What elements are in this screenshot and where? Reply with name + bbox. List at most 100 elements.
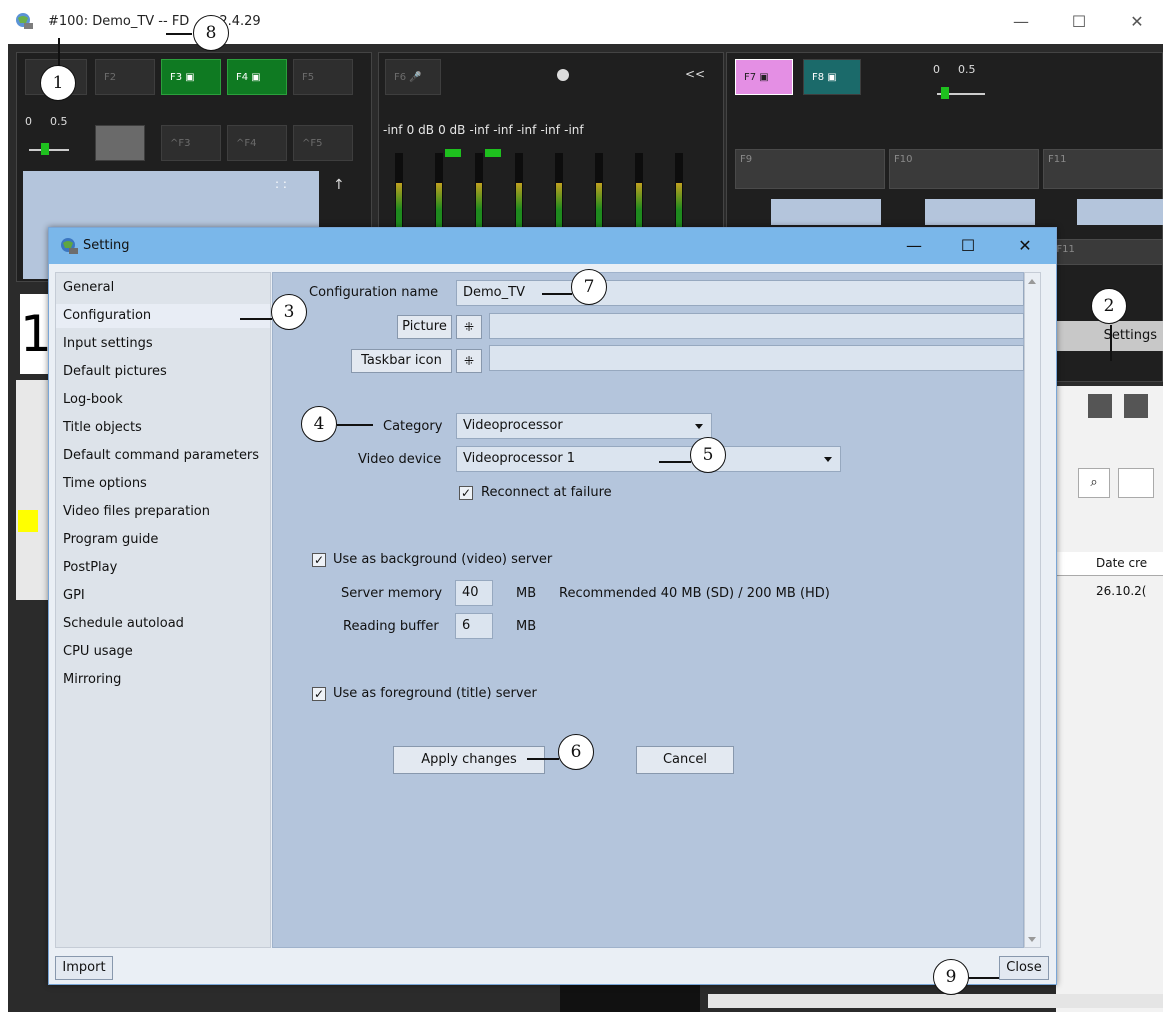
- nav-item-input-settings[interactable]: Input settings: [56, 332, 270, 356]
- nav-item-default-pictures[interactable]: Default pictures: [56, 360, 270, 384]
- callout-6-leader: [527, 758, 559, 760]
- callout-2-leader: [1110, 325, 1112, 361]
- scroll-down-icon[interactable]: [1028, 937, 1036, 942]
- meter-level-row: -inf 0 dB 0 dB -inf -inf -inf -inf -inf: [383, 123, 723, 138]
- app-globe-icon: [16, 13, 33, 29]
- gain-marker-icon[interactable]: [445, 149, 461, 157]
- dialog-close-button[interactable]: ✕: [1010, 232, 1040, 260]
- meter-level: 0 dB: [406, 123, 434, 137]
- meter-level: -inf: [493, 123, 513, 137]
- import-button[interactable]: Import: [55, 956, 113, 980]
- scroll-up-icon[interactable]: [1028, 279, 1036, 284]
- config-name-label: Configuration name: [309, 285, 439, 300]
- meter-level: 0 dB: [438, 123, 466, 137]
- edit-icon[interactable]: [1118, 468, 1154, 498]
- category-label: Category: [383, 419, 443, 434]
- playlist-gutter: [16, 380, 52, 600]
- nav-item-schedule-autoload[interactable]: Schedule autoload: [56, 612, 270, 636]
- reading-buffer-input[interactable]: 6: [455, 613, 493, 639]
- foreground-server-checkbox[interactable]: ✓: [312, 687, 326, 701]
- dialog-title: Setting: [83, 238, 130, 253]
- cell-f10-field: [925, 199, 1035, 225]
- notes-icon[interactable]: [1124, 394, 1148, 418]
- dialog-maximize-button[interactable]: ☐: [953, 232, 983, 260]
- fkey-f6-button[interactable]: F6 🎤: [385, 59, 441, 95]
- picture-path-field[interactable]: [489, 313, 1024, 339]
- nav-item-gpi[interactable]: GPI: [56, 584, 270, 608]
- taskbar-browse-icon[interactable]: ⁜: [456, 349, 482, 373]
- close-button[interactable]: Close: [999, 956, 1049, 980]
- collapse-button[interactable]: <<: [685, 67, 705, 81]
- cell-f10[interactable]: F10: [889, 149, 1039, 189]
- fkey-ctrl-f5-button[interactable]: ^F5: [293, 125, 353, 161]
- current-item-marker-icon: [18, 510, 38, 532]
- table-header-date[interactable]: Date cre: [1056, 552, 1163, 576]
- meter-level: -inf: [516, 123, 537, 137]
- callout-8: 8: [193, 15, 229, 51]
- nav-item-cpu-usage[interactable]: CPU usage: [56, 640, 270, 664]
- meter-level: -inf: [469, 123, 490, 137]
- picture-button[interactable]: Picture: [397, 315, 452, 339]
- fkey-f2-button[interactable]: F2: [95, 59, 155, 95]
- video-device-value: Videoprocessor 1: [463, 451, 576, 466]
- category-select[interactable]: Videoprocessor: [456, 413, 712, 439]
- taskbar-icon-path-field[interactable]: [489, 345, 1024, 371]
- nav-item-video-files-preparation[interactable]: Video files preparation: [56, 500, 270, 524]
- nav-item-mirroring[interactable]: Mirroring: [56, 668, 270, 692]
- table-cell-date: 26.10.2(: [1096, 584, 1147, 598]
- nav-item-postplay[interactable]: PostPlay: [56, 556, 270, 580]
- nav-item-program-guide[interactable]: Program guide: [56, 528, 270, 552]
- fkey-f7-button[interactable]: F7 ▣: [735, 59, 793, 95]
- main-title-bar: #100: Demo_TV -- FD 2.4.29 — ☐ ✕: [0, 0, 1163, 44]
- main-minimize-button[interactable]: —: [1006, 8, 1036, 36]
- left-up-arrow-icon[interactable]: ↑: [333, 177, 345, 193]
- taskbar-icon-button[interactable]: Taskbar icon: [351, 349, 452, 373]
- mute-picture-button[interactable]: [95, 125, 145, 161]
- meter-level: -inf: [540, 123, 560, 137]
- server-memory-input[interactable]: 40: [455, 580, 493, 606]
- fkey-ctrl-f4-button[interactable]: ^F4: [227, 125, 287, 161]
- dialog-title-bar: Setting — ☐ ✕: [49, 228, 1056, 264]
- vertical-scrollbar[interactable]: [1024, 272, 1041, 948]
- nav-item-time-options[interactable]: Time options: [56, 472, 270, 496]
- gain-marker-icon[interactable]: [485, 149, 501, 157]
- nav-item-configuration[interactable]: Configuration: [56, 304, 270, 328]
- fkey-f4-button[interactable]: F4 ▣: [227, 59, 287, 95]
- horizontal-scrollbar[interactable]: [708, 994, 1163, 1008]
- insert-icon[interactable]: [1088, 394, 1112, 418]
- callout-9-leader: [969, 977, 999, 979]
- reading-buffer-unit: MB: [516, 619, 537, 634]
- right-slider-scale: 0 0.5: [933, 63, 976, 76]
- fkey-f8-button[interactable]: F8 ▣: [803, 59, 861, 95]
- apply-changes-button[interactable]: Apply changes: [393, 746, 545, 774]
- main-maximize-button[interactable]: ☐: [1064, 8, 1094, 36]
- reading-buffer-label: Reading buffer: [343, 619, 439, 634]
- nav-item-title-objects[interactable]: Title objects: [56, 416, 270, 440]
- left-slider-thumb[interactable]: [41, 143, 49, 155]
- search-icon[interactable]: ⌕: [1078, 468, 1110, 498]
- fkey-f3-button[interactable]: F3 ▣: [161, 59, 221, 95]
- nav-item-default-command-parameters[interactable]: Default command parameters: [56, 444, 270, 468]
- reconnect-checkbox[interactable]: ✓: [459, 486, 473, 500]
- right-slider-thumb[interactable]: [941, 87, 949, 99]
- fkey-ctrl-f3-button[interactable]: ^F3: [161, 125, 221, 161]
- background-server-checkbox[interactable]: ✓: [312, 553, 326, 567]
- dialog-globe-icon: [61, 238, 78, 254]
- dialog-minimize-button[interactable]: —: [899, 232, 929, 260]
- cell-f11-field: [1077, 199, 1163, 225]
- cell-f11[interactable]: F11: [1043, 149, 1163, 189]
- main-close-button[interactable]: ✕: [1122, 8, 1152, 36]
- cancel-button[interactable]: Cancel: [636, 746, 734, 774]
- picture-browse-icon[interactable]: ⁜: [456, 315, 482, 339]
- callout-4-leader: [337, 424, 373, 426]
- meter-level: -inf: [383, 123, 403, 137]
- video-device-select[interactable]: Videoprocessor 1: [456, 446, 841, 472]
- expand-circle-icon[interactable]: [557, 69, 569, 81]
- nav-item-log-book[interactable]: Log-book: [56, 388, 270, 412]
- left-slider-track[interactable]: [29, 149, 69, 151]
- nav-item-general[interactable]: General: [56, 276, 270, 300]
- cell-ctrl-f11[interactable]: ^F11: [1043, 239, 1163, 265]
- setting-dialog: Setting — ☐ ✕ General Configuration Inpu…: [48, 227, 1057, 985]
- fkey-f5-button[interactable]: F5: [293, 59, 353, 95]
- cell-f9[interactable]: F9: [735, 149, 885, 189]
